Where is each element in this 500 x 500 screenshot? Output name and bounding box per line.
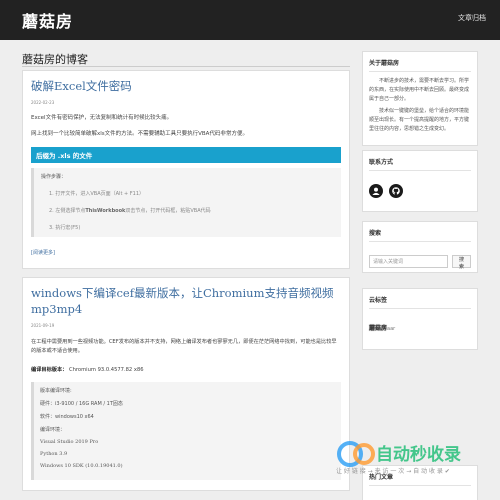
heading-divider bbox=[22, 66, 350, 67]
env-blockquote: 版本编译环境: 硬件：i3-9100 / 16G RAM / 1T固态 软件：w… bbox=[31, 381, 341, 480]
step-text: 2. 左侧选择节点 bbox=[49, 207, 86, 214]
step-item: 1. 打开文件，进入VBA页面（Alt + F11） bbox=[49, 190, 145, 197]
compile-target-label: 编译目标版本： bbox=[31, 366, 68, 373]
tag-link[interactable]: 蘑菇房 bbox=[369, 325, 387, 332]
user-glyph bbox=[372, 187, 380, 195]
step-item: 2. 左侧选择节点ThisWorkbook双击节点，打开代码框，粘贴VBA代码 bbox=[49, 208, 334, 214]
step-bold-text: ThisWorkbook bbox=[85, 207, 126, 214]
env-hardware: 硬件：i3-9100 / 16G RAM / 1T固态 bbox=[40, 400, 123, 407]
post-card: windows下编译cef最新版本，让Chromium支持音频视频mp3mp4 … bbox=[22, 276, 350, 491]
page-heading: 蘑菇房的博客 bbox=[22, 53, 88, 66]
post-title-link[interactable]: windows下编译cef最新版本，让Chromium支持音频视频mp3mp4 bbox=[31, 285, 341, 317]
compile-target-value: Chromium 93.0.4577.82 x86 bbox=[68, 366, 144, 373]
nav-archive-link[interactable]: 文章归档 bbox=[458, 13, 486, 23]
watermark-graphic: 自动秒收录 让 好 链 接 → 来 访 一 次 → 自 动 收 录 ✔ bbox=[336, 441, 461, 475]
tag-link[interactable]: aar bbox=[387, 326, 395, 332]
search-title: 搜索 bbox=[369, 228, 471, 242]
site-brand[interactable]: 蘑菇房 bbox=[22, 8, 73, 32]
about-paragraph: 不断进步的技术，需要不断去学习。所学的东西，在实际使用中不断去回顾。最终变成属于… bbox=[369, 78, 470, 102]
steps-title: 操作步骤： bbox=[41, 173, 67, 180]
read-more-link[interactable]: [阅读更多] bbox=[31, 249, 55, 256]
post-date: 2021-09-19 bbox=[31, 322, 55, 328]
steps-list: 1. 打开文件，进入VBA页面（Alt + F11） 2. 左侧选择节点This… bbox=[49, 191, 334, 231]
tags-title: 云标签 bbox=[369, 295, 471, 309]
post-card: 破解Excel文件密码 2022-02-23 Excel文件有密码保护，无法复制… bbox=[22, 70, 350, 269]
about-title: 关于蘑菇房 bbox=[369, 58, 471, 72]
main-column: 破解Excel文件密码 2022-02-23 Excel文件有密码保护，无法复制… bbox=[22, 70, 350, 500]
steps-blockquote: 操作步骤： 1. 打开文件，进入VBA页面（Alt + F11） 2. 左侧选择… bbox=[31, 167, 341, 237]
user-circle-icon[interactable] bbox=[369, 184, 383, 198]
env-sdk: Windows 10 SDK (10.0.19041.0) bbox=[40, 462, 123, 469]
search-button[interactable]: 搜索 bbox=[452, 255, 471, 270]
watermark-text: 自动秒收录 bbox=[376, 444, 461, 465]
post-title-link[interactable]: 破解Excel文件密码 bbox=[31, 78, 341, 94]
contact-widget: 联系方式 bbox=[362, 150, 478, 212]
watermark-subtext: 让 好 链 接 → 来 访 一 次 → 自 动 收 录 ✔ bbox=[336, 467, 450, 475]
search-form: 搜索 bbox=[369, 255, 471, 270]
section-heading: 后缀为 .xls 的文件 bbox=[31, 146, 341, 163]
step-text: 双击节点，打开代码框，粘贴VBA代码 bbox=[125, 207, 211, 214]
compile-target: 编译目标版本： Chromium 93.0.4577.82 x86 bbox=[31, 366, 341, 373]
search-widget: 搜索 搜索 bbox=[362, 221, 478, 273]
env-vs: Visual Studio 2019 Pro bbox=[40, 438, 99, 445]
post-paragraph: 网上找到一个比较简单破解xls文件的方法。不需要辅助工具只要执行VBA代码非常方… bbox=[31, 130, 248, 137]
contact-title: 联系方式 bbox=[369, 157, 471, 171]
post-date: 2022-02-23 bbox=[31, 100, 55, 106]
about-widget: 关于蘑菇房 不断进步的技术，需要不断去学习。所学的东西，在实际使用中不断去回顾。… bbox=[362, 51, 478, 146]
env-title: 版本编译环境: bbox=[40, 387, 72, 394]
tag-cloud: 蘑菇房aar bbox=[369, 323, 471, 332]
step-item: 3. 执行宏(F5) bbox=[49, 224, 81, 231]
github-icon[interactable] bbox=[389, 184, 403, 198]
github-glyph bbox=[392, 187, 400, 195]
post-paragraph: Excel文件有密码保护，无法复制和统计有时候比较头痛。 bbox=[31, 115, 173, 122]
about-paragraph: 技术似一键键的堡垒，给个适合的环境能顺至出现长。有一个提高提醒的地方，平方键里往… bbox=[369, 108, 470, 132]
env-software: 软件：windows10 x64 bbox=[40, 413, 94, 420]
env-python: Python 3.9 bbox=[40, 450, 68, 457]
search-input[interactable] bbox=[369, 255, 448, 268]
tag-cloud-widget: 云标签 蘑菇房aar bbox=[362, 288, 478, 350]
top-navbar: 蘑菇房 文章归档 bbox=[0, 0, 500, 40]
post-paragraph: 在工程中需要用到一些视频功能。CEF发布的版本并不支持，网络上编译发布者也寥寥无… bbox=[31, 338, 337, 355]
env-build-label: 编译环境： bbox=[40, 426, 66, 433]
contact-icons bbox=[369, 184, 471, 198]
watermark-logo: 自动秒收录 让 好 链 接 → 来 访 一 次 → 自 动 收 录 ✔ bbox=[334, 436, 490, 478]
